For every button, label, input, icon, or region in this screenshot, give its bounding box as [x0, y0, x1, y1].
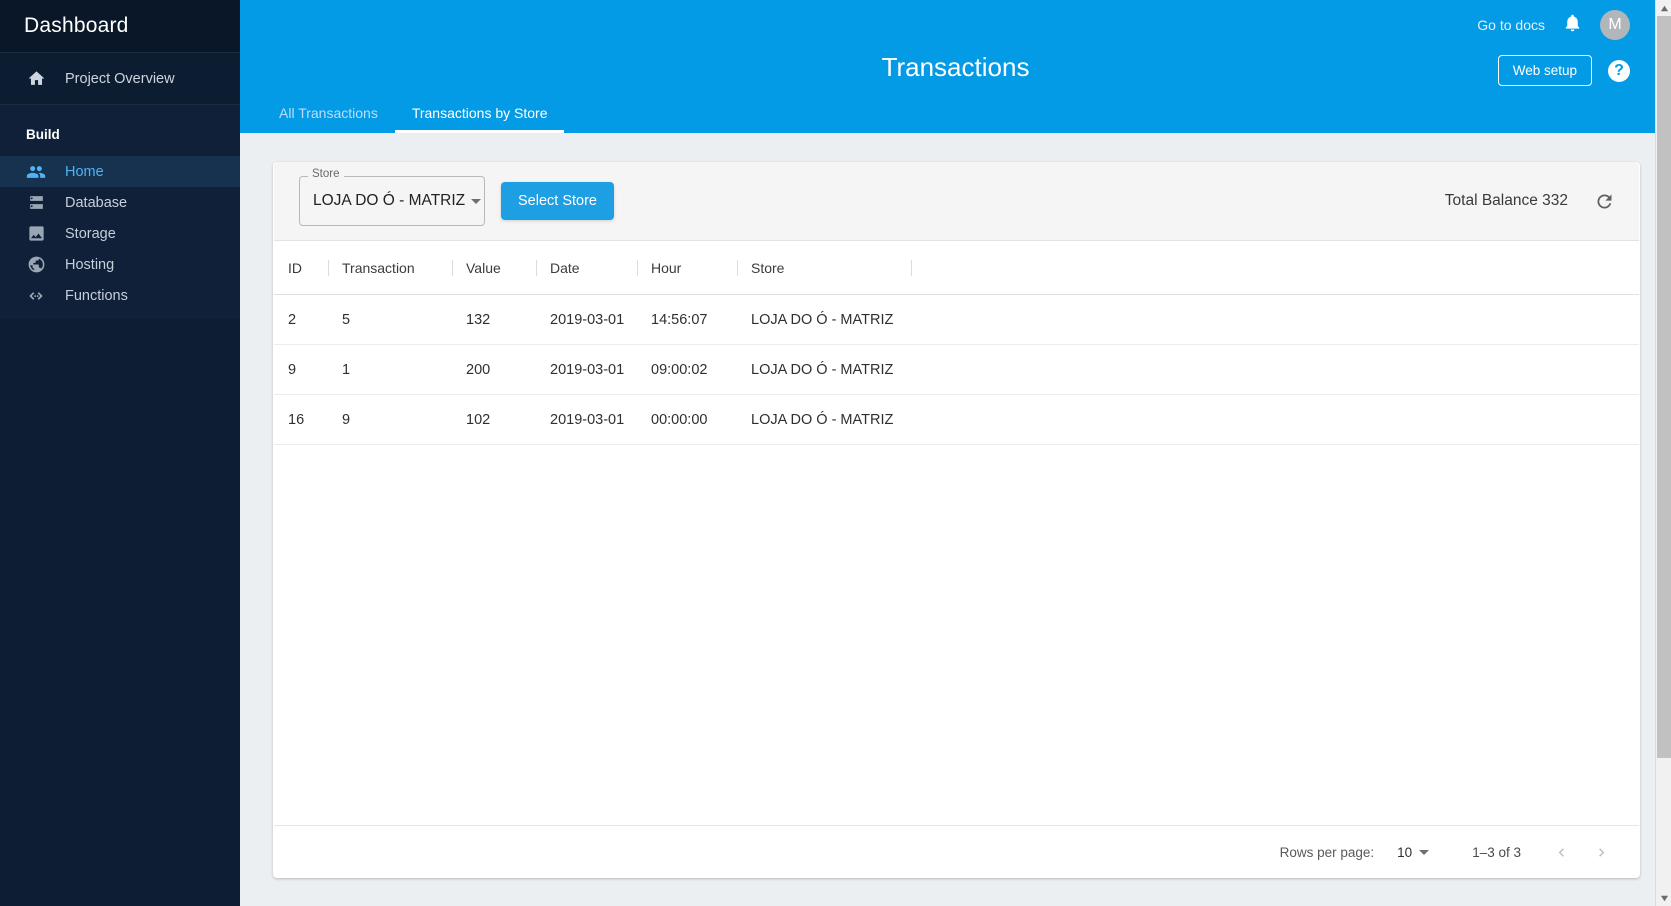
tab-all-transactions[interactable]: All Transactions	[262, 93, 395, 133]
next-page-button[interactable]	[1581, 832, 1621, 872]
avatar[interactable]: M	[1600, 10, 1630, 40]
transactions-table-area: ID Transaction Value Date Hour Store 2 5…	[274, 241, 1639, 825]
people-icon	[26, 162, 46, 182]
cell-date: 2019-03-01	[536, 394, 637, 445]
cell-value: 200	[452, 344, 536, 395]
cell-transaction: 9	[328, 394, 452, 445]
column-header-id[interactable]: ID	[274, 241, 328, 295]
refresh-icon[interactable]	[1591, 188, 1617, 214]
pagination-range: 1–3 of 3	[1472, 844, 1521, 860]
table-toolbar: LOJA DO Ó - MATRIZ Store Select Store To…	[274, 162, 1639, 241]
cell-extra	[911, 394, 1639, 445]
rows-per-page-select[interactable]: 10	[1397, 844, 1430, 860]
cell-extra	[911, 344, 1639, 395]
page-title: Transactions	[881, 52, 1030, 82]
content-area: LOJA DO Ó - MATRIZ Store Select Store To…	[240, 133, 1671, 906]
table-header-row: ID Transaction Value Date Hour Store	[274, 241, 1639, 295]
cell-date: 2019-03-01	[536, 294, 637, 345]
table-pagination: Rows per page: 10 1–3 of 3	[274, 825, 1639, 878]
sidebar-item-label: Functions	[65, 287, 128, 304]
select-store-button[interactable]: Select Store	[501, 182, 614, 220]
cell-date: 2019-03-01	[536, 344, 637, 395]
page-scrollbar[interactable]	[1655, 0, 1671, 906]
column-header-extra[interactable]	[911, 241, 1639, 295]
total-balance-label: Total Balance 332	[1444, 192, 1568, 209]
chevron-down-icon	[1419, 849, 1430, 855]
globe-icon	[26, 255, 46, 275]
cell-extra	[911, 294, 1639, 345]
sidebar-item-label: Hosting	[65, 256, 115, 273]
brand: Dashboard	[0, 0, 240, 53]
cell-hour: 09:00:02	[637, 344, 737, 395]
sidebar-nav-list: Home Database Storage Hosting Functions	[0, 156, 240, 319]
table-row[interactable]: 16 9 102 2019-03-01 00:00:00 LOJA DO Ó -…	[274, 394, 1639, 445]
content-card: LOJA DO Ó - MATRIZ Store Select Store To…	[273, 162, 1640, 878]
rows-per-page-label: Rows per page:	[1279, 844, 1375, 860]
column-header-transaction[interactable]: Transaction	[328, 241, 452, 295]
tab-transactions-by-store[interactable]: Transactions by Store	[394, 93, 565, 133]
tab-bar: All Transactions Transactions by Store	[262, 93, 565, 133]
cell-store: LOJA DO Ó - MATRIZ	[737, 344, 911, 395]
main-area: Go to docs M Web setup ? Transactions Al…	[240, 0, 1671, 906]
cell-id: 2	[274, 294, 328, 345]
column-header-date[interactable]: Date	[536, 241, 637, 295]
app-root: Dashboard Project Overview Build Home Da…	[0, 0, 1671, 906]
cell-hour: 00:00:00	[637, 394, 737, 445]
store-select-label: Store	[308, 168, 344, 180]
scrollbar-thumb[interactable]	[1657, 16, 1671, 758]
column-header-hour[interactable]: Hour	[637, 241, 737, 295]
sidebar-item-label: Database	[65, 194, 128, 211]
table-empty-space	[274, 445, 1639, 825]
sidebar-section-build: Build	[0, 105, 240, 156]
topbar: Go to docs M Web setup ? Transactions Al…	[240, 0, 1671, 133]
cell-store: LOJA DO Ó - MATRIZ	[737, 394, 911, 445]
table-row[interactable]: 9 1 200 2019-03-01 09:00:02 LOJA DO Ó - …	[274, 344, 1639, 395]
store-select-wrapper: LOJA DO Ó - MATRIZ Store	[299, 168, 485, 226]
sidebar-filler	[0, 319, 240, 906]
column-header-store[interactable]: Store	[737, 241, 911, 295]
sidebar: Dashboard Project Overview Build Home Da…	[0, 0, 240, 906]
cell-transaction: 1	[328, 344, 452, 395]
store-select-value: LOJA DO Ó - MATRIZ	[313, 192, 466, 209]
go-to-docs-link[interactable]: Go to docs	[1477, 17, 1545, 33]
sidebar-item-functions[interactable]: Functions	[0, 280, 240, 311]
sidebar-item-label: Project Overview	[65, 70, 175, 87]
cell-value: 102	[452, 394, 536, 445]
transactions-table: ID Transaction Value Date Hour Store 2 5…	[274, 241, 1639, 445]
sidebar-item-project-overview[interactable]: Project Overview	[0, 53, 240, 105]
chevron-down-icon	[471, 198, 482, 204]
table-head: ID Transaction Value Date Hour Store	[274, 241, 1639, 295]
table-card: LOJA DO Ó - MATRIZ Store Select Store To…	[274, 162, 1639, 878]
sidebar-item-home[interactable]: Home	[0, 156, 240, 187]
sidebar-item-hosting[interactable]: Hosting	[0, 249, 240, 280]
bell-icon[interactable]	[1562, 12, 1583, 38]
brand-title: Dashboard	[24, 14, 129, 37]
sidebar-item-label: Storage	[65, 225, 116, 242]
topbar-utility-row: Go to docs M	[1477, 10, 1630, 40]
scrollbar-up-arrow[interactable]	[1656, 0, 1671, 16]
cell-hour: 14:56:07	[637, 294, 737, 345]
column-header-value[interactable]: Value	[452, 241, 536, 295]
cell-value: 132	[452, 294, 536, 345]
image-icon	[26, 224, 46, 244]
code-icon	[26, 286, 46, 306]
cell-transaction: 5	[328, 294, 452, 345]
home-icon	[26, 69, 46, 89]
cell-store: LOJA DO Ó - MATRIZ	[737, 294, 911, 345]
sidebar-item-label: Home	[65, 163, 104, 180]
database-icon	[26, 193, 46, 213]
table-body: 2 5 132 2019-03-01 14:56:07 LOJA DO Ó - …	[274, 294, 1639, 445]
scrollbar-down-arrow[interactable]	[1656, 890, 1671, 906]
sidebar-item-database[interactable]: Database	[0, 187, 240, 218]
previous-page-button[interactable]	[1541, 832, 1581, 872]
cell-id: 16	[274, 394, 328, 445]
cell-id: 9	[274, 344, 328, 395]
rows-per-page-value: 10	[1397, 844, 1413, 860]
store-select[interactable]: LOJA DO Ó - MATRIZ	[299, 176, 485, 226]
sidebar-item-storage[interactable]: Storage	[0, 218, 240, 249]
table-row[interactable]: 2 5 132 2019-03-01 14:56:07 LOJA DO Ó - …	[274, 294, 1639, 345]
